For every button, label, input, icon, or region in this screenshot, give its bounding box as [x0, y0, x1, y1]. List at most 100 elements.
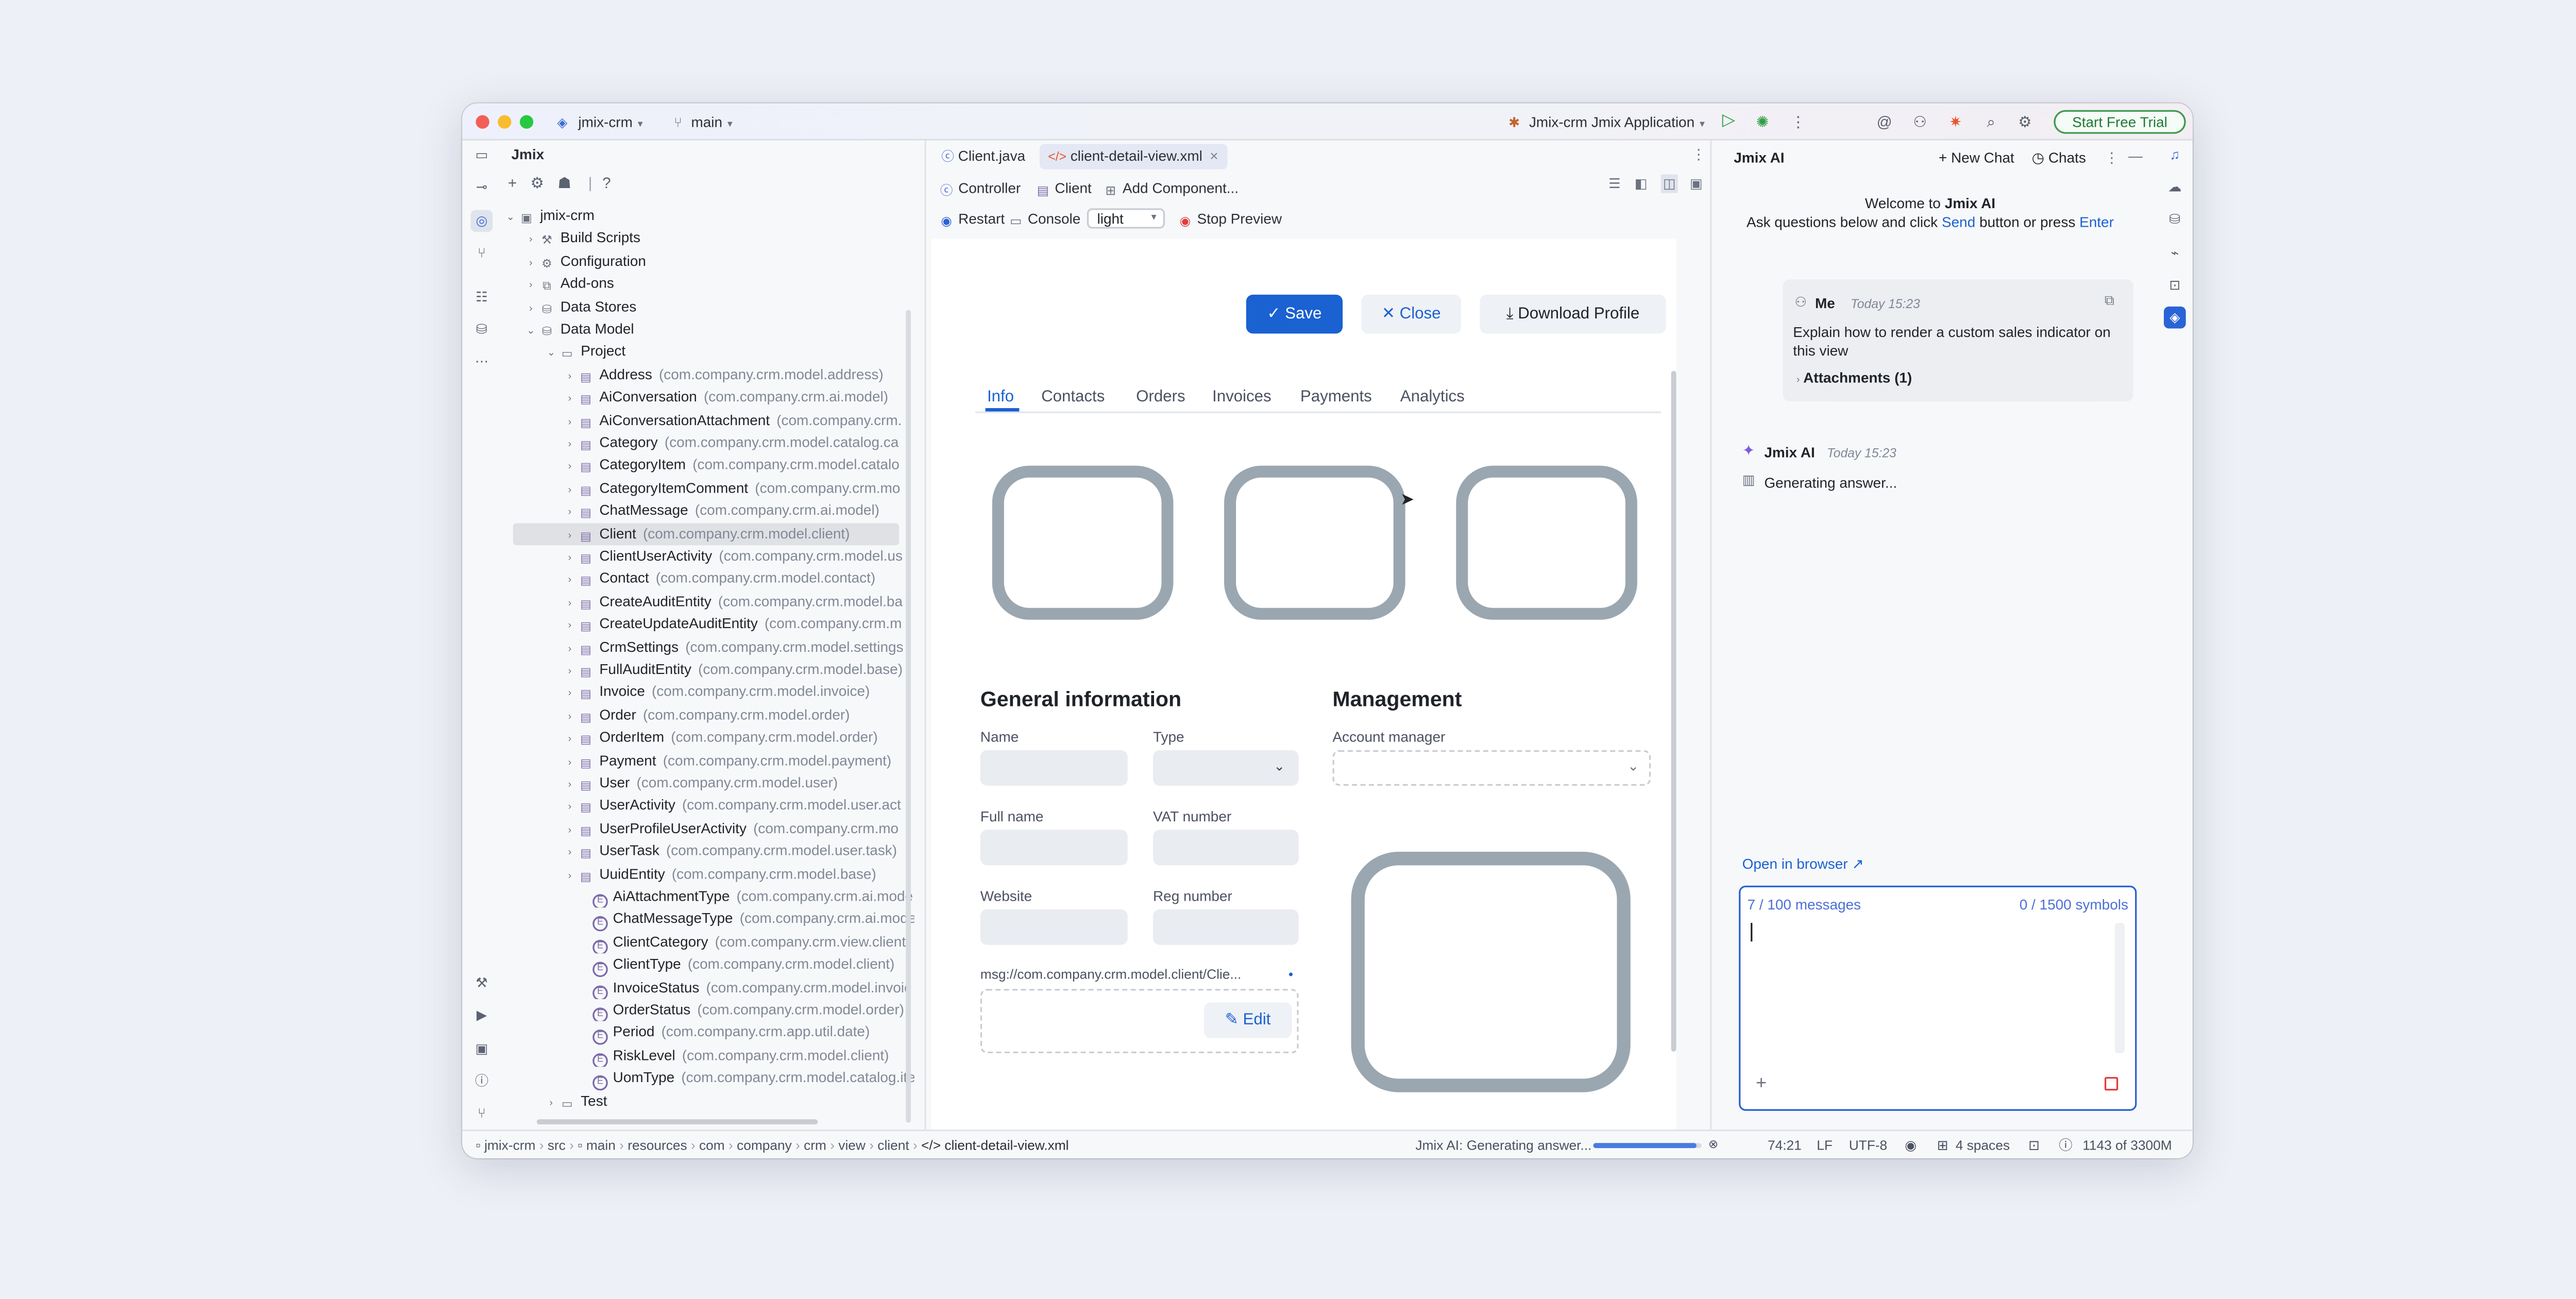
tree-item-enum[interactable]: E ChatMessageType (com.company.crm.ai.mode	[499, 908, 914, 931]
chevron-right-icon[interactable]: ›	[562, 617, 578, 636]
tree-item-entity[interactable]: › ▤ CreateUpdateAuditEntity (com.company.cr…	[499, 613, 914, 636]
entity-button[interactable]: ▤ Client	[1035, 176, 1092, 200]
help-icon[interactable]: ?	[602, 174, 611, 191]
memory-indicator[interactable]: 1143 of 3300M	[2082, 1131, 2172, 1158]
chevron-down-icon[interactable]: ⌄	[523, 322, 538, 341]
minimize-icon[interactable]: —	[2128, 147, 2143, 164]
tree-item-entity[interactable]: › ▤ UserActivity (com.company.crm.model.use…	[499, 795, 914, 818]
tree-item-entity[interactable]: › ▤ CrmSettings (com.company.crm.model.sett…	[499, 636, 914, 659]
chevron-right-icon[interactable]: ›	[562, 549, 578, 568]
vat-field[interactable]	[1153, 830, 1299, 866]
cancel-progress-icon[interactable]: ⊗	[1708, 1131, 1718, 1158]
edit-button[interactable]: ✎ Edit	[1204, 1002, 1292, 1038]
chevron-down-icon[interactable]: ⌄	[544, 344, 559, 363]
chevron-right-icon[interactable]: ›	[562, 866, 578, 885]
tab-menu-icon[interactable]: ⋮	[1691, 146, 1706, 164]
run-config-selector[interactable]: ✱ Jmix-crm Jmix Application ▾	[1509, 103, 1705, 140]
tree-item-build-scripts[interactable]: › ⚒ Build Scripts	[499, 228, 914, 250]
breadcrumb-item[interactable]: client	[877, 1138, 909, 1153]
tree-item-entity[interactable]: › ▤ Address (com.company.crm.model.address)	[499, 364, 914, 386]
tree-item-enum[interactable]: E ClientType (com.company.crm.model.client…	[499, 954, 914, 976]
save-button[interactable]: ✓ Save	[1246, 294, 1343, 334]
chevron-right-icon[interactable]: ›	[562, 843, 578, 863]
structure-icon[interactable]: ☷	[471, 286, 493, 308]
problems-icon[interactable]: ⓘ	[471, 1070, 493, 1092]
chevron-right-icon[interactable]: ›	[562, 639, 578, 659]
tree-item-entity[interactable]: › ▤ Client (com.company.crm.model.client)	[513, 522, 900, 546]
branch-switcher[interactable]: ⑂ main ▾	[674, 103, 733, 140]
preview-only-icon[interactable]: ▣	[1690, 176, 1703, 192]
terminal-icon[interactable]: ▣	[471, 1038, 493, 1060]
more-tools-icon[interactable]: ⋯	[471, 350, 493, 373]
add-component-button[interactable]: ⊞ Add Component...	[1102, 176, 1239, 200]
reg-field[interactable]	[1153, 909, 1299, 945]
theme-select[interactable]: light ▾	[1087, 208, 1165, 229]
jmix-structure-icon[interactable]: ◎	[470, 210, 493, 232]
chevron-right-icon[interactable]: ›	[562, 594, 578, 613]
tree-item-data-stores[interactable]: › ⛁ Data Stores	[499, 296, 914, 318]
close-button[interactable]: ✕ Close	[1361, 294, 1462, 334]
tree-item-entity[interactable]: › ▤ Order (com.company.crm.model.order)	[499, 704, 914, 727]
tree-item-configuration[interactable]: › ⚙ Configuration	[499, 250, 914, 273]
tree-item-enum[interactable]: E InvoiceStatus (com.company.crm.model.inv…	[499, 976, 914, 999]
chevron-right-icon[interactable]: ›	[523, 276, 538, 295]
tab-contacts[interactable]: Contacts	[1041, 388, 1105, 407]
code-view-icon[interactable]: ☰	[1608, 176, 1621, 192]
services-icon[interactable]: ▶	[471, 1004, 493, 1026]
tree-item-entity[interactable]: › ▤ UserProfileUserActivity (com.company.cr…	[499, 818, 914, 840]
settings-icon[interactable]: ⚙	[531, 174, 545, 191]
tab-orders[interactable]: Orders	[1136, 388, 1185, 407]
name-field[interactable]	[980, 750, 1128, 786]
persistence-icon[interactable]: ⛁	[471, 318, 493, 341]
chevron-right-icon[interactable]: ›	[523, 299, 538, 318]
tree-item-entity[interactable]: › ▤ AiConversationAttachment (com.company.c…	[499, 409, 914, 432]
git-icon[interactable]: ⑂	[471, 1102, 493, 1124]
cursor-position[interactable]: 74:21	[1768, 1131, 1802, 1158]
breadcrumb-item[interactable]: company	[737, 1138, 792, 1153]
attachments-toggle[interactable]: › Attachments (1)	[1797, 369, 1912, 386]
tab-client-java[interactable]: ⓒ Client.java	[933, 144, 1034, 169]
tree-item-entity[interactable]: › ▤ User (com.company.crm.model.user)	[499, 772, 914, 795]
chevron-right-icon[interactable]: ›	[562, 435, 578, 454]
full-name-field[interactable]	[980, 830, 1128, 866]
chevron-right-icon[interactable]: ›	[562, 730, 578, 749]
chevron-right-icon[interactable]: ›	[562, 390, 578, 409]
tree-item-entity[interactable]: › ▤ OrderItem (com.company.crm.model.order)	[499, 727, 914, 749]
tab-analytics[interactable]: Analytics	[1400, 388, 1465, 407]
tree-item-entity[interactable]: › ▤ UuidEntity (com.company.crm.model.base)	[499, 863, 914, 886]
more-icon[interactable]: ⋮	[2105, 149, 2119, 167]
close-window-button[interactable]	[476, 114, 489, 128]
tree-item-enum[interactable]: E UomType (com.company.crm.model.catalog.i…	[499, 1067, 914, 1090]
input-scrollbar[interactable]	[2114, 923, 2125, 1054]
chevron-right-icon[interactable]: ›	[562, 707, 578, 727]
tree-scrollbar[interactable]	[906, 310, 911, 1123]
tree-item-entity[interactable]: › ▤ CategoryItem (com.company.crm.model.cat…	[499, 454, 914, 477]
ai-chat-icon[interactable]: ☁	[2164, 176, 2186, 198]
tree-item-enum[interactable]: E ClientCategory (com.company.crm.view.cli…	[499, 931, 914, 954]
chevron-right-icon[interactable]: ›	[562, 753, 578, 772]
project-switcher[interactable]: ◈ jmix-crm ▾	[557, 103, 642, 140]
copy-icon[interactable]: ⧉	[2105, 293, 2114, 310]
tab-info[interactable]: Info	[987, 388, 1014, 407]
tree-item-enum[interactable]: E AiAttachmentType (com.company.crm.ai.mod…	[499, 886, 914, 908]
breadcrumb-item[interactable]: ▫ jmix-crm	[476, 1138, 535, 1153]
preview-scrollbar[interactable]	[1671, 370, 1676, 1052]
tab-invoices[interactable]: Invoices	[1212, 388, 1272, 407]
tree-item-entity[interactable]: › ▤ ChatMessage (com.company.crm.ai.model)	[499, 500, 914, 522]
tree-h-scrollbar[interactable]	[536, 1119, 818, 1125]
tree-item-entity[interactable]: › ▤ CategoryItemComment (com.company.crm.mo	[499, 477, 914, 500]
settings-icon[interactable]: ⚙	[2015, 112, 2035, 132]
tree-item-entity[interactable]: › ▤ ClientUserActivity (com.company.crm.mod…	[499, 545, 914, 568]
chevron-right-icon[interactable]: ›	[562, 821, 578, 840]
run-icon[interactable]: ▷	[1719, 112, 1739, 132]
tree-item-data-model[interactable]: ⌄ ⛁ Data Model	[499, 318, 914, 341]
chevron-right-icon[interactable]: ›	[544, 1093, 559, 1112]
tree-item-entity[interactable]: › ▤ Contact (com.company.crm.model.contact)	[499, 568, 914, 591]
more-icon[interactable]: ⋮	[1788, 112, 1808, 132]
tab-client-detail-view[interactable]: </> client-detail-view.xml ×	[1039, 144, 1227, 170]
database-icon[interactable]: ⛁	[2164, 208, 2186, 230]
tree-item-enum[interactable]: E RiskLevel (com.company.crm.model.client)	[499, 1044, 914, 1068]
pull-request-icon[interactable]: ⑂	[471, 242, 493, 264]
warnings-icon[interactable]: ⓘ	[2059, 1131, 2072, 1158]
endpoints-icon[interactable]: ⊡	[2164, 274, 2186, 296]
